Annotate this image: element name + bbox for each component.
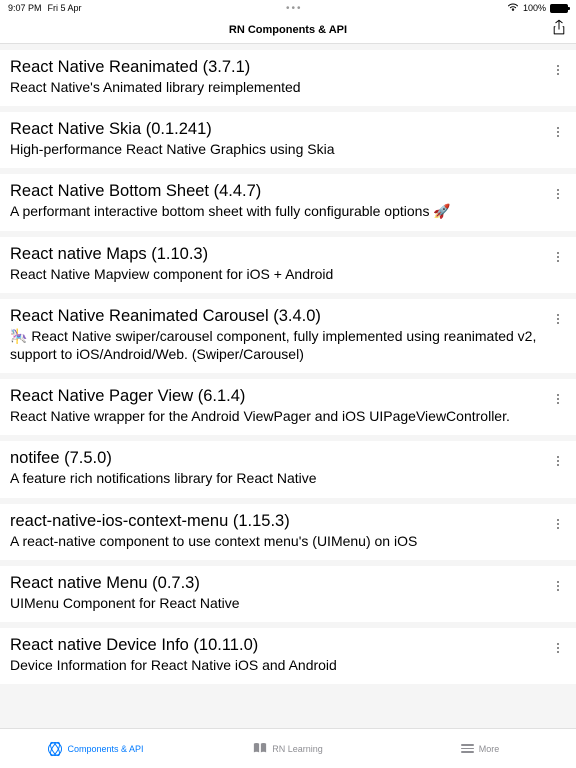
more-icon[interactable] [550, 186, 566, 202]
share-button[interactable] [552, 19, 566, 40]
more-icon[interactable] [550, 249, 566, 265]
status-right: 100% [507, 2, 568, 14]
more-icon[interactable] [550, 516, 566, 532]
wifi-icon [507, 2, 519, 14]
react-icon [48, 742, 62, 756]
more-icon[interactable] [550, 124, 566, 140]
tab-label: More [479, 744, 500, 754]
item-title: React Native Bottom Sheet (4.4.7) [10, 182, 566, 201]
content-list[interactable]: React Native Reanimated (3.7.1) React Na… [0, 44, 576, 728]
tab-bar: Components & API RN Learning More [0, 728, 576, 768]
tab-label: Components & API [67, 744, 143, 754]
multitask-dots[interactable]: ••• [286, 3, 303, 14]
hamburger-icon [461, 744, 474, 753]
more-icon[interactable] [550, 578, 566, 594]
item-desc: High-performance React Native Graphics u… [10, 140, 566, 158]
item-title: React Native Reanimated (3.7.1) [10, 58, 566, 77]
item-desc: 🎠 React Native swiper/carousel component… [10, 327, 566, 363]
more-icon[interactable] [550, 640, 566, 656]
item-title: React native Maps (1.10.3) [10, 245, 566, 264]
page-title: RN Components & API [229, 24, 347, 36]
more-icon[interactable] [550, 62, 566, 78]
item-desc: A performant interactive bottom sheet wi… [10, 202, 566, 220]
tab-more[interactable]: More [384, 744, 576, 754]
item-desc: React Native's Animated library reimplem… [10, 78, 566, 96]
status-date: Fri 5 Apr [48, 3, 82, 13]
item-title: React native Menu (0.7.3) [10, 574, 566, 593]
item-desc: UIMenu Component for React Native [10, 594, 566, 612]
list-item[interactable]: React Native Reanimated Carousel (3.4.0)… [0, 299, 576, 373]
list-item[interactable]: React Native Reanimated (3.7.1) React Na… [0, 50, 576, 106]
item-desc: React Native Mapview component for iOS +… [10, 265, 566, 283]
item-title: React Native Skia (0.1.241) [10, 120, 566, 139]
tab-label: RN Learning [272, 744, 323, 754]
item-title: react-native-ios-context-menu (1.15.3) [10, 512, 566, 531]
battery-icon [550, 4, 568, 13]
item-desc: A feature rich notifications library for… [10, 469, 566, 487]
item-desc: Device Information for React Native iOS … [10, 656, 566, 674]
list-item[interactable]: react-native-ios-context-menu (1.15.3) A… [0, 504, 576, 560]
item-title: React native Device Info (10.11.0) [10, 636, 566, 655]
more-icon[interactable] [550, 391, 566, 407]
list-item[interactable]: notifee (7.5.0) A feature rich notificat… [0, 441, 576, 497]
tab-learning[interactable]: RN Learning [192, 741, 384, 757]
item-title: React Native Reanimated Carousel (3.4.0) [10, 307, 566, 326]
more-icon[interactable] [550, 311, 566, 327]
nav-bar: RN Components & API [0, 16, 576, 44]
list-item[interactable]: React Native Pager View (6.1.4) React Na… [0, 379, 576, 435]
status-time: 9:07 PM [8, 3, 42, 13]
list-item[interactable]: React native Maps (1.10.3) React Native … [0, 237, 576, 293]
list-item[interactable]: React Native Bottom Sheet (4.4.7) A perf… [0, 174, 576, 230]
item-desc: React Native wrapper for the Android Vie… [10, 407, 566, 425]
battery-percent: 100% [523, 3, 546, 13]
status-left: 9:07 PM Fri 5 Apr [8, 3, 82, 13]
tab-components[interactable]: Components & API [0, 742, 192, 756]
item-title: notifee (7.5.0) [10, 449, 566, 468]
more-icon[interactable] [550, 453, 566, 469]
item-desc: A react-native component to use context … [10, 532, 566, 550]
list-item[interactable]: React native Device Info (10.11.0) Devic… [0, 628, 576, 684]
item-title: React Native Pager View (6.1.4) [10, 387, 566, 406]
status-bar: 9:07 PM Fri 5 Apr ••• 100% [0, 0, 576, 16]
list-item[interactable]: React Native Skia (0.1.241) High-perform… [0, 112, 576, 168]
list-item[interactable]: React native Menu (0.7.3) UIMenu Compone… [0, 566, 576, 622]
book-icon [253, 741, 267, 757]
